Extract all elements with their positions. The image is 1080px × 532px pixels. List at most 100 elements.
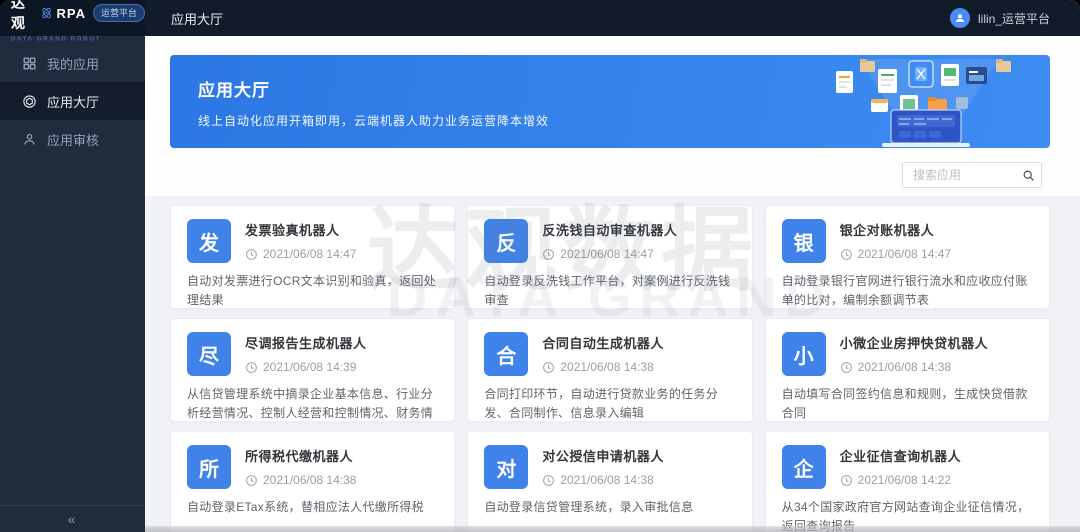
app-title: 对公授信申请机器人	[542, 446, 664, 465]
audit-user-icon	[22, 132, 37, 147]
app-card[interactable]: 银 银企对账机器人 2021/06/08 14:47 自动登录银行官网进行银行流…	[765, 205, 1050, 309]
app-title: 企业征信查询机器人	[840, 446, 962, 465]
app-title: 所得税代缴机器人	[245, 446, 356, 465]
app-time-row: 2021/06/08 14:47	[840, 247, 951, 261]
app-card-meta: 反洗钱自动审查机器人 2021/06/08 14:47	[542, 219, 677, 263]
app-time-row: 2021/06/08 14:22	[840, 473, 962, 487]
sidebar-collapse-button[interactable]: «	[0, 505, 145, 532]
app-card-meta: 所得税代缴机器人 2021/06/08 14:38	[245, 445, 356, 489]
sidebar-item-label: 应用大厅	[47, 92, 99, 111]
sidebar-item-app-audit[interactable]: 应用审核	[0, 120, 145, 158]
app-title: 小微企业房押快贷机器人	[840, 333, 989, 352]
person-icon	[954, 12, 966, 24]
app-card-head: 企 企业征信查询机器人 2021/06/08 14:22	[782, 445, 1033, 489]
app-card-meta: 银企对账机器人 2021/06/08 14:47	[840, 219, 951, 263]
app-card-head: 合 合同自动生成机器人 2021/06/08 14:38	[484, 332, 735, 376]
app-card[interactable]: 尽 尽调报告生成机器人 2021/06/08 14:39 从信贷管理系统中摘录企…	[170, 318, 455, 422]
app-description: 合同打印环节，自动进行贷款业务的任务分发、合同制作、信息录入编辑	[484, 385, 735, 422]
app-card-head: 对 对公授信申请机器人 2021/06/08 14:38	[484, 445, 735, 489]
sidebar-item-label: 应用审核	[47, 130, 99, 149]
app-title: 尽调报告生成机器人	[245, 333, 367, 352]
logo-text-cn: 达观	[11, 0, 39, 33]
app-timestamp: 2021/06/08 14:22	[858, 473, 951, 487]
app-time-row: 2021/06/08 14:38	[542, 473, 664, 487]
app-card-head: 反 反洗钱自动审查机器人 2021/06/08 14:47	[484, 219, 735, 263]
app-title: 合同自动生成机器人	[542, 333, 664, 352]
app-description: 自动填写合同签约信息和规则，生成快贷借款合同	[782, 385, 1033, 422]
sidebar-item-my-apps[interactable]: 我的应用	[0, 44, 145, 82]
app-card[interactable]: 发 发票验真机器人 2021/06/08 14:47 自动对发票进行OCR文本识…	[170, 205, 455, 309]
grid-icon	[22, 56, 37, 71]
search-input[interactable]	[903, 168, 1015, 182]
app-card-head: 银 银企对账机器人 2021/06/08 14:47	[782, 219, 1033, 263]
user-avatar	[950, 8, 970, 28]
app-card-head: 尽 尽调报告生成机器人 2021/06/08 14:39	[187, 332, 438, 376]
collapse-chevrons-icon: «	[68, 511, 78, 527]
clock-icon	[840, 474, 853, 487]
search-box	[902, 162, 1042, 188]
sidebar-item-app-hall[interactable]: 应用大厅	[0, 82, 145, 120]
logo-subtitle: DATA GRAND ROBOT	[11, 35, 116, 42]
app-time-row: 2021/06/08 14:39	[245, 360, 367, 374]
app-card-meta: 企业征信查询机器人 2021/06/08 14:22	[840, 445, 962, 489]
app-card-meta: 合同自动生成机器人 2021/06/08 14:38	[542, 332, 664, 376]
main-content: 应用大厅 线上自动化应用开箱即用，云端机器人助力业务运营降本增效	[145, 36, 1080, 532]
app-timestamp: 2021/06/08 14:39	[263, 360, 356, 374]
card-grid: 发 发票验真机器人 2021/06/08 14:47 自动对发票进行OCR文本识…	[170, 205, 1050, 532]
user-name: lilin_运营平台	[978, 10, 1050, 27]
app-card[interactable]: 对 对公授信申请机器人 2021/06/08 14:38 自动登录信贷管理系统，…	[467, 431, 752, 532]
magnifier-icon[interactable]	[1015, 163, 1041, 187]
logo-text-en: RPA	[57, 6, 86, 21]
user-menu[interactable]: lilin_运营平台	[950, 0, 1050, 36]
app-timestamp: 2021/06/08 14:47	[263, 247, 356, 261]
app-card-meta: 尽调报告生成机器人 2021/06/08 14:39	[245, 332, 367, 376]
clock-icon	[840, 361, 853, 374]
bottom-edge-band	[145, 526, 1080, 532]
banner-illustration	[814, 55, 1044, 148]
app-initial-icon: 反	[484, 219, 528, 263]
app-card-head: 小 小微企业房押快贷机器人 2021/06/08 14:38	[782, 332, 1033, 376]
app-time-row: 2021/06/08 14:47	[245, 247, 356, 261]
app-timestamp: 2021/06/08 14:38	[560, 360, 653, 374]
app-initial-icon: 企	[782, 445, 826, 489]
sidebar-item-label: 我的应用	[47, 54, 99, 73]
app-card[interactable]: 小 小微企业房押快贷机器人 2021/06/08 14:38 自动填写合同签约信…	[765, 318, 1050, 422]
app-time-row: 2021/06/08 14:38	[542, 360, 664, 374]
hero-banner: 应用大厅 线上自动化应用开箱即用，云端机器人助力业务运营降本增效	[170, 55, 1050, 148]
app-card[interactable]: 所 所得税代缴机器人 2021/06/08 14:38 自动登录ETax系统，替…	[170, 431, 455, 532]
app-card-meta: 小微企业房押快贷机器人 2021/06/08 14:38	[840, 332, 989, 376]
clock-icon	[245, 361, 258, 374]
sidebar: 我的应用 应用大厅 应用审核 «	[0, 36, 145, 532]
app-initial-icon: 对	[484, 445, 528, 489]
app-card-head: 发 发票验真机器人 2021/06/08 14:47	[187, 219, 438, 263]
app-description: 自动登录反洗钱工作平台，对案例进行反洗钱审查	[484, 272, 735, 309]
sidebar-menu: 我的应用 应用大厅 应用审核	[0, 44, 145, 158]
app-window: 达观 RPA 运营平台 DATA GRAND ROBOT 应用大厅 lilin_…	[0, 0, 1080, 532]
app-description: 自动对发票进行OCR文本识别和验真，返回处理结果	[187, 272, 438, 309]
tab-app-hall[interactable]: 应用大厅	[171, 0, 223, 36]
app-timestamp: 2021/06/08 14:38	[263, 473, 356, 487]
clock-icon	[840, 248, 853, 261]
app-card[interactable]: 企 企业征信查询机器人 2021/06/08 14:22 从34个国家政府官方网…	[765, 431, 1050, 532]
app-timestamp: 2021/06/08 14:38	[858, 360, 951, 374]
app-timestamp: 2021/06/08 14:47	[858, 247, 951, 261]
app-description: 从信贷管理系统中摘录企业基本信息、行业分析经营情况、控制人经营和控制情况、财务情…	[187, 385, 438, 422]
app-time-row: 2021/06/08 14:47	[542, 247, 677, 261]
app-initial-icon: 所	[187, 445, 231, 489]
app-initial-icon: 尽	[187, 332, 231, 376]
app-card-meta: 对公授信申请机器人 2021/06/08 14:38	[542, 445, 664, 489]
app-initial-icon: 银	[782, 219, 826, 263]
app-card[interactable]: 反 反洗钱自动审查机器人 2021/06/08 14:47 自动登录反洗钱工作平…	[467, 205, 752, 309]
hall-icon	[22, 94, 37, 109]
platform-badge: 运营平台	[93, 4, 145, 22]
app-title: 发票验真机器人	[245, 220, 356, 239]
app-description: 自动登录银行官网进行银行流水和应收应付账单的比对，编制余额调节表	[782, 272, 1033, 309]
app-initial-icon: 发	[187, 219, 231, 263]
app-timestamp: 2021/06/08 14:38	[560, 473, 653, 487]
app-title: 银企对账机器人	[840, 220, 951, 239]
clock-icon	[245, 474, 258, 487]
app-card[interactable]: 合 合同自动生成机器人 2021/06/08 14:38 合同打印环节，自动进行…	[467, 318, 752, 422]
app-time-row: 2021/06/08 14:38	[840, 360, 989, 374]
app-description: 自动登录ETax系统，替相应法人代缴所得税	[187, 498, 438, 517]
app-card-head: 所 所得税代缴机器人 2021/06/08 14:38	[187, 445, 438, 489]
